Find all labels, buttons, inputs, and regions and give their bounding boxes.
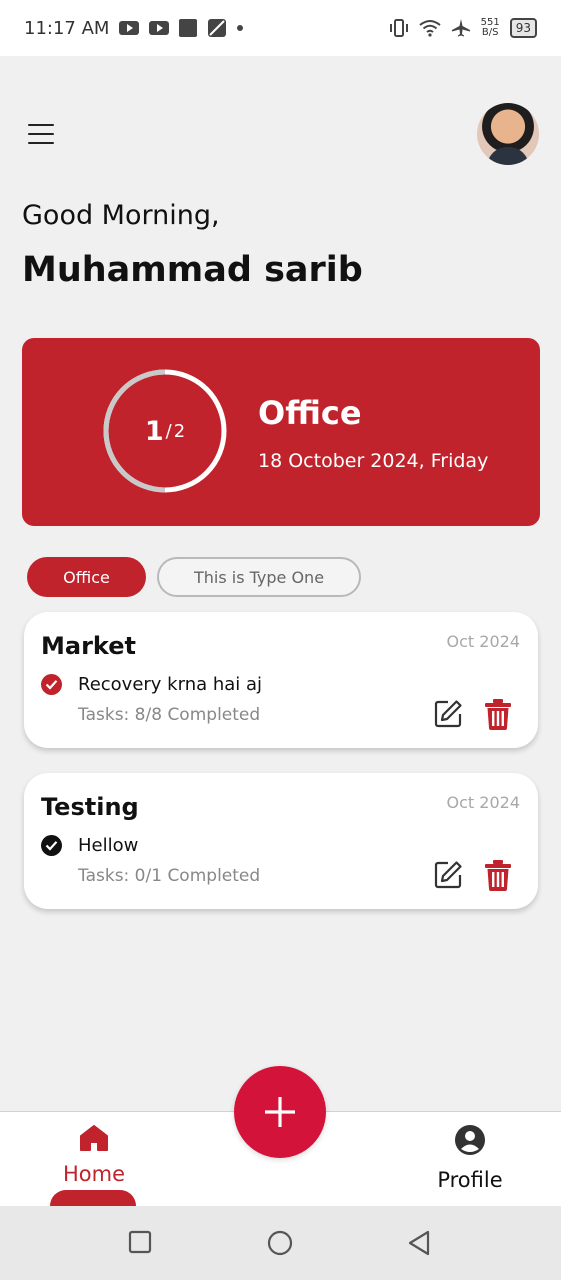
plus-icon bbox=[265, 1097, 295, 1127]
progress-count: 1 / 2 bbox=[102, 368, 228, 494]
more-notifications-dot-icon bbox=[237, 25, 244, 31]
add-task-button[interactable] bbox=[234, 1066, 326, 1158]
wifi-icon bbox=[419, 20, 441, 37]
task-item-text: Hellow bbox=[78, 835, 139, 856]
filter-chip-office[interactable]: Office bbox=[27, 557, 146, 597]
network-speed: 551 B/S bbox=[481, 18, 500, 38]
muted-notification-icon bbox=[208, 19, 227, 37]
summary-title: Office bbox=[258, 394, 362, 432]
greeting-text: Good Morning, bbox=[22, 200, 220, 231]
status-bar: 11:17 AM 551 B/S 93 bbox=[0, 0, 561, 56]
status-time: 11:17 AM bbox=[24, 17, 110, 39]
system-navigation-bar bbox=[0, 1206, 561, 1280]
edit-icon[interactable] bbox=[432, 859, 464, 891]
network-speed-unit: B/S bbox=[481, 27, 499, 38]
profile-icon bbox=[455, 1125, 485, 1155]
nav-home-label: Home bbox=[62, 1162, 125, 1186]
task-card-market[interactable]: Market Oct 2024 Recovery krna hai aj Tas… bbox=[24, 612, 538, 748]
home-system-icon[interactable] bbox=[267, 1230, 293, 1256]
youtube-notification-icon-2 bbox=[149, 21, 170, 35]
summary-card: 1 / 2 Office 18 October 2024, Friday bbox=[22, 338, 540, 526]
home-icon bbox=[80, 1125, 108, 1151]
recent-apps-icon[interactable] bbox=[128, 1230, 152, 1254]
app-notification-icon bbox=[179, 19, 198, 37]
airplane-mode-icon bbox=[451, 19, 470, 37]
summary-date: 18 October 2024, Friday bbox=[258, 450, 489, 472]
delete-icon[interactable] bbox=[484, 859, 512, 891]
delete-icon[interactable] bbox=[484, 698, 512, 730]
nav-profile-label: Profile bbox=[437, 1168, 503, 1192]
check-circle-icon bbox=[41, 835, 62, 856]
task-date: Oct 2024 bbox=[446, 793, 520, 812]
task-title: Testing bbox=[41, 793, 139, 821]
task-title: Market bbox=[41, 632, 136, 660]
progress-completed: 1 bbox=[144, 415, 164, 447]
battery-indicator: 93 bbox=[509, 18, 537, 38]
battery-level: 93 bbox=[515, 21, 531, 35]
edit-icon[interactable] bbox=[432, 698, 464, 730]
check-circle-icon bbox=[41, 674, 62, 695]
task-progress-text: Tasks: 0/1 Completed bbox=[78, 866, 261, 886]
task-item-text: Recovery krna hai aj bbox=[78, 674, 263, 695]
user-avatar[interactable] bbox=[477, 103, 539, 165]
nav-profile[interactable]: Profile bbox=[420, 1124, 520, 1204]
youtube-notification-icon bbox=[119, 21, 140, 35]
back-icon[interactable] bbox=[407, 1230, 431, 1256]
task-progress-text: Tasks: 8/8 Completed bbox=[78, 705, 261, 725]
task-card-testing[interactable]: Testing Oct 2024 Hellow Tasks: 0/1 Compl… bbox=[24, 773, 538, 909]
vibrate-icon bbox=[389, 19, 408, 37]
user-name: Muhammad sarib bbox=[22, 250, 363, 290]
home-active-indicator bbox=[50, 1190, 136, 1206]
progress-separator: / bbox=[165, 420, 172, 442]
hamburger-menu-icon[interactable] bbox=[28, 124, 54, 144]
task-date: Oct 2024 bbox=[446, 632, 520, 651]
filter-chip-type-one[interactable]: This is Type One bbox=[157, 557, 361, 597]
progress-total: 2 bbox=[173, 420, 186, 442]
